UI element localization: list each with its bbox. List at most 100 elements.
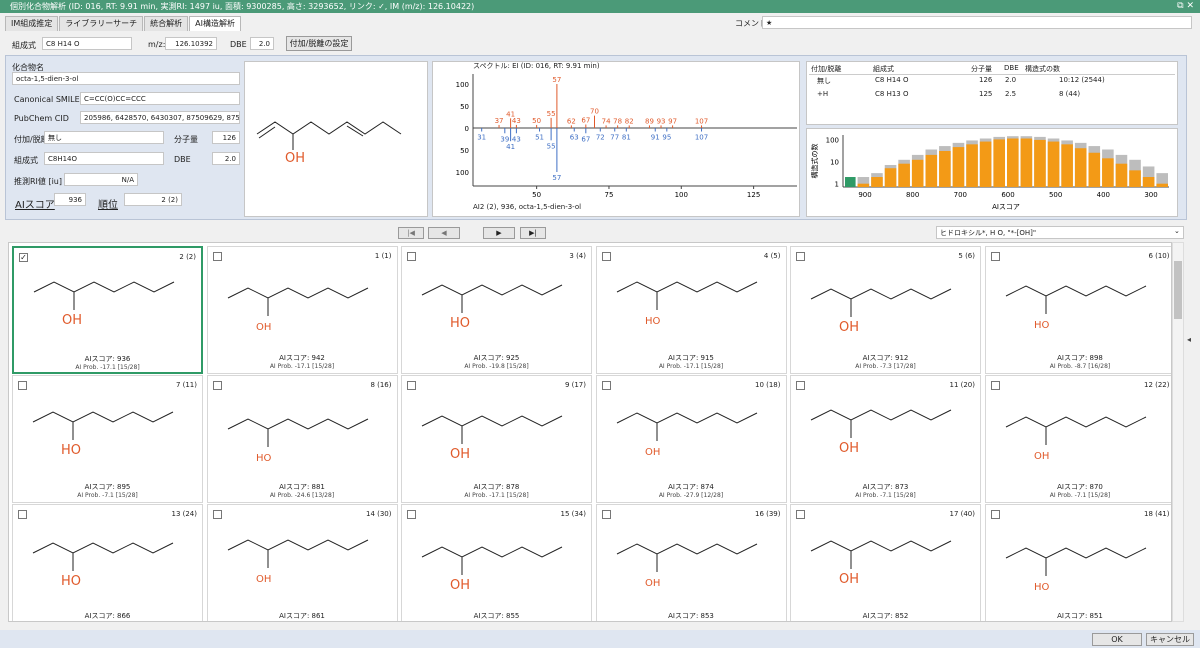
hydroxyl-label: HO	[450, 316, 470, 331]
upper-peak-label: 107	[695, 117, 708, 125]
candidate-card[interactable]: 17 (40) OH AIスコア: 852AI Prob. -17.1 [15/28…	[790, 504, 981, 621]
upper-peak-label: 93	[657, 117, 666, 125]
candidate-card[interactable]: ✓ 2 (2) OH AIスコア: 936 AI Prob. -17.1 [15/28]	[12, 246, 203, 374]
candidate-card[interactable]: 8 (16) HO AIスコア: 881 AI Prob. -24.6 [13/28]	[206, 375, 398, 503]
candidate-checkbox[interactable]	[796, 510, 805, 519]
spectrum-chart: 1005005010050 75 100 125374143 50555762 67707…	[456, 74, 797, 199]
table-row[interactable]: +H C8 H13 O 125 2.5 8 (44)	[807, 89, 1177, 102]
candidate-checkbox[interactable]	[18, 510, 27, 519]
candidate-score: AIスコア: 870	[1057, 483, 1103, 491]
mz-field[interactable]: 126.10392	[165, 37, 217, 50]
candidate-checkbox[interactable]	[601, 252, 611, 261]
candidate-rank: 17 (40)	[949, 510, 975, 518]
candidate-checkbox[interactable]	[407, 510, 416, 519]
histogram-bar-matched	[1156, 183, 1168, 187]
main-molecule-drawing: OH	[256, 121, 402, 166]
candidate-card[interactable]: 9 (17) OH AIスコア: 878 AI Prob. -17.1 [15/28]	[401, 375, 592, 503]
candidate-card[interactable]: 1 (1) OH AIスコア: 942 AI Prob. -17.1 [15/28]	[206, 246, 398, 374]
rank-field: 2 (2)	[124, 193, 182, 206]
candidate-card[interactable]: 15 (34) OH AIスコア: 855AI Prob. -7.3 [17/28]	[401, 504, 592, 621]
panel-collapse-icon[interactable]: ◂	[1187, 335, 1191, 344]
table-row[interactable]: 無し C8 H14 O 126 2.0 10:12 (2544)	[807, 75, 1177, 88]
candidate-structure: OH	[1005, 416, 1146, 462]
tab-ai-structure[interactable]: AI構造解析	[189, 16, 241, 31]
grid-scrollbar[interactable]	[1172, 242, 1184, 622]
window-controls[interactable]: ⧉ ✕	[1177, 0, 1194, 13]
last-page-button[interactable]: ▶|	[520, 227, 546, 239]
candidate-card[interactable]: 13 (24) HO AIスコア: 866AI Prob. -8.7 [17/28]	[12, 504, 203, 621]
th-mw: 分子量	[971, 65, 992, 73]
candidate-probability: AI Prob. -7.1 [15/28]	[855, 492, 916, 499]
mw-field: 126	[212, 131, 240, 144]
candidate-checkbox[interactable]	[796, 252, 805, 261]
prev-page-button[interactable]: ◀	[428, 227, 460, 239]
candidate-checkbox[interactable]	[601, 510, 611, 519]
candidate-checkbox[interactable]	[601, 381, 611, 390]
cancel-button[interactable]: キャンセル	[1146, 633, 1194, 646]
x-tick-label: 100	[675, 191, 688, 199]
candidate-card[interactable]: 10 (18) OH AIスコア: 874 AI Prob. -27.9 [12/28…	[595, 375, 787, 503]
y-tick-label: 1	[835, 181, 839, 189]
histogram-bar-matched	[1074, 148, 1087, 187]
upper-peak-label: 43	[512, 117, 521, 125]
lower-peak-label: 43	[512, 135, 521, 143]
first-page-button[interactable]: |◀	[398, 227, 424, 239]
ok-button[interactable]: OK	[1092, 633, 1142, 646]
hydroxyl-label: HO	[1034, 320, 1050, 331]
adduct-settings-button[interactable]: 付加/脱離の設定	[286, 36, 352, 51]
candidate-checkbox[interactable]	[990, 252, 1000, 261]
candidate-score: AIスコア: 855	[473, 612, 520, 620]
candidate-structure: HO	[616, 281, 757, 327]
candidate-checkbox[interactable]	[796, 381, 805, 390]
candidate-card[interactable]: 11 (20) OH AIスコア: 873 AI Prob. -7.1 [15/28]	[790, 375, 981, 503]
histogram-bar-matched	[939, 150, 951, 187]
candidate-card[interactable]: 12 (22) OH AIスコア: 870 AI Prob. -7.1 [15/28]	[984, 375, 1171, 503]
candidate-checkbox[interactable]	[18, 381, 27, 390]
candidate-card[interactable]: 4 (5) HO AIスコア: 915 AI Prob. -17.1 [15/28]	[595, 246, 787, 374]
candidate-score: AIスコア: 915	[668, 354, 714, 362]
candidate-checkbox[interactable]	[212, 252, 222, 261]
tab-library-search[interactable]: ライブラリーサーチ	[59, 16, 144, 31]
substructure-filter-select[interactable]: ヒドロキシル*, H O, "*-[OH]"	[936, 226, 1184, 239]
hydroxyl-label: OH	[285, 151, 305, 166]
compound-name-field[interactable]: octa-1,5-dien-3-ol	[12, 72, 240, 85]
footer-bar: OK キャンセル	[0, 630, 1200, 648]
candidate-rank: 2 (2)	[179, 253, 196, 261]
candidate-probability: AI Prob. -7.1 [15/28]	[77, 492, 138, 499]
candidate-checkbox[interactable]	[407, 381, 416, 390]
smiles-field[interactable]: C=CC(O)CC=CCC	[80, 92, 240, 105]
comment-input[interactable]: ★	[762, 16, 1192, 29]
candidate-rank: 9 (17)	[564, 381, 586, 389]
dbe-field[interactable]: 2.0	[250, 37, 274, 50]
candidate-probability: AI Prob. -17.1 [15/28]	[75, 364, 140, 371]
candidate-card[interactable]: 6 (10) HO AIスコア: 898 AI Prob. -8.7 [16/28]	[984, 246, 1171, 374]
pubchem-field[interactable]: 205986, 6428570, 6430307, 87509629, 8750…	[80, 111, 240, 124]
chevron-down-icon[interactable]: ⌄	[1174, 227, 1180, 235]
candidate-checkbox[interactable]: ✓	[19, 253, 28, 262]
candidate-card[interactable]: 3 (4) HO AIスコア: 925 AI Prob. -19.8 [15/28]	[401, 246, 592, 374]
candidate-checkbox[interactable]	[212, 510, 222, 519]
histogram-bar-matched	[911, 159, 924, 187]
upper-peak-label: 78	[613, 117, 622, 125]
candidate-card[interactable]: 7 (11) HO AIスコア: 895 AI Prob. -7.1 [15/28]	[12, 375, 203, 503]
candidate-checkbox[interactable]	[990, 510, 1000, 519]
tab-im-composition[interactable]: IM組成推定	[5, 16, 59, 31]
candidate-checkbox[interactable]	[990, 381, 1000, 390]
y-axis-label: 構造式の数	[810, 144, 819, 179]
tab-integrated-analysis[interactable]: 統合解析	[144, 16, 189, 31]
candidate-structure: OH	[810, 288, 952, 335]
candidate-card[interactable]: 16 (39) OH AIスコア: 853AI Prob. -16.1 [15/28…	[595, 504, 787, 621]
candidate-probability: AI Prob. -1.6 [17/28]	[208, 621, 397, 622]
candidate-probability: AI Prob. -17.1 [15/28]	[464, 492, 529, 499]
scrollbar-thumb[interactable]	[1174, 261, 1182, 319]
candidate-checkbox[interactable]	[212, 381, 222, 390]
next-page-button[interactable]: ▶	[483, 227, 515, 239]
candidate-checkbox[interactable]	[407, 252, 416, 261]
candidate-card[interactable]: 18 (41) HO AIスコア: 851AI Prob. -8.1 [16/28]	[984, 504, 1171, 621]
candidate-card[interactable]: 5 (6) OH AIスコア: 912 AI Prob. -7.3 [17/28]	[790, 246, 981, 374]
hydroxyl-label: OH	[450, 447, 470, 462]
formula-field[interactable]: C8 H14 O	[42, 37, 132, 50]
candidate-card[interactable]: 14 (30) OH AIスコア: 861AI Prob. -1.6 [17/28]	[206, 504, 398, 622]
candidate-structure: HO	[421, 284, 563, 331]
candidate-rank: 14 (30)	[365, 510, 392, 518]
